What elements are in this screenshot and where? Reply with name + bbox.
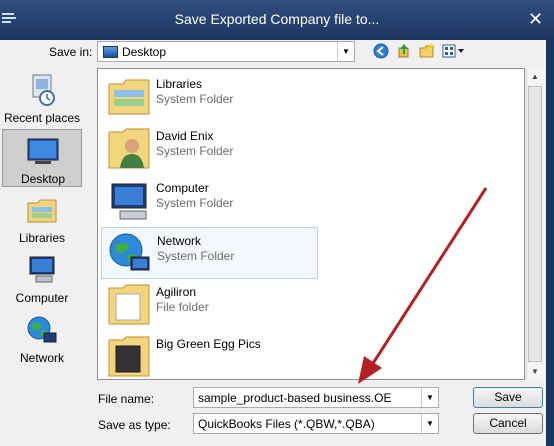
network-icon	[109, 233, 150, 271]
place-network[interactable]: Network	[2, 309, 82, 367]
back-icon[interactable]	[372, 42, 390, 60]
file-name: David Enix	[156, 129, 214, 143]
view-menu-icon[interactable]	[441, 42, 467, 60]
scroll-thumb[interactable]	[528, 86, 542, 362]
file-type: System Folder	[157, 249, 235, 263]
save-in-value: Desktop	[122, 45, 167, 59]
file-name: Agiliron	[156, 285, 197, 299]
place-label: Recent places	[3, 111, 81, 125]
file-name: Big Green Egg Pics	[156, 337, 261, 351]
annotation-arrow-icon	[358, 187, 488, 384]
place-libraries[interactable]: Libraries	[2, 189, 82, 247]
file-name-field[interactable]: sample_product-based business.OE ▼	[193, 387, 439, 408]
libraries-icon	[27, 199, 57, 223]
place-label: Computer	[15, 291, 69, 305]
chevron-down-icon[interactable]: ▼	[421, 414, 438, 433]
place-computer[interactable]: Computer	[2, 249, 82, 307]
title-bar: Save Exported Company file to... ✕	[0, 0, 554, 40]
desktop-icon	[27, 138, 59, 164]
chevron-down-icon[interactable]: ▼	[337, 42, 354, 61]
list-item[interactable]: Libraries System Folder	[101, 71, 318, 123]
recent-places-icon	[32, 74, 55, 106]
folder-icon	[108, 336, 150, 377]
place-recent-places[interactable]: Recent places	[2, 69, 82, 127]
file-name-value: sample_product-based business.OE	[198, 391, 392, 405]
vertical-scrollbar[interactable]: ▲ ▼	[526, 68, 544, 380]
up-one-level-icon[interactable]	[395, 42, 413, 60]
cancel-button[interactable]: Cancel	[473, 413, 543, 434]
save-as-type-dropdown[interactable]: QuickBooks Files (*.QBW,*.QBA) ▼	[193, 413, 439, 434]
new-folder-icon[interactable]	[418, 42, 436, 60]
places-bar: Recent places Desktop Libraries Computer…	[2, 67, 82, 379]
computer-icon	[111, 183, 147, 220]
file-name-label: File name:	[98, 392, 155, 406]
list-item[interactable]: Computer System Folder	[101, 175, 318, 227]
file-type: System Folder	[156, 196, 234, 210]
file-type: File folder	[156, 300, 209, 314]
scroll-up-icon[interactable]: ▲	[531, 72, 539, 81]
network-icon	[27, 316, 57, 343]
folder-icon	[108, 284, 150, 325]
libraries-folder-icon	[108, 79, 150, 115]
list-item[interactable]: Network System Folder	[101, 227, 318, 279]
window-title: Save Exported Company file to...	[174, 11, 380, 27]
file-type: System Folder	[156, 92, 234, 106]
place-label: Desktop	[20, 172, 66, 186]
save-as-type-label: Save as type:	[98, 418, 171, 432]
save-dialog: Save Exported Company file to... ✕ Save …	[0, 0, 554, 446]
chevron-down-icon[interactable]: ▼	[421, 388, 438, 407]
list-item[interactable]: David Enix System Folder	[101, 123, 318, 175]
file-name: Network	[157, 234, 202, 248]
file-name: Libraries	[156, 77, 203, 91]
close-icon[interactable]: ✕	[528, 9, 543, 30]
list-item[interactable]: Agiliron File folder	[101, 279, 318, 331]
user-folder-icon	[108, 128, 150, 169]
list-item[interactable]: Big Green Egg Pics	[101, 331, 318, 379]
save-button[interactable]: Save	[473, 387, 543, 408]
scroll-down-icon[interactable]: ▼	[531, 367, 539, 376]
file-type: System Folder	[156, 144, 234, 158]
place-desktop[interactable]: Desktop	[2, 129, 82, 187]
place-label: Network	[19, 351, 64, 365]
save-in-label: Save in:	[49, 45, 93, 59]
desktop-icon	[103, 46, 118, 58]
computer-icon	[29, 256, 55, 283]
file-name: Computer	[156, 181, 209, 195]
place-label: Libraries	[18, 231, 66, 245]
window-border	[546, 40, 554, 446]
save-as-type-value: QuickBooks Files (*.QBW,*.QBA)	[198, 417, 375, 431]
save-in-dropdown[interactable]: Desktop ▼	[97, 41, 355, 62]
